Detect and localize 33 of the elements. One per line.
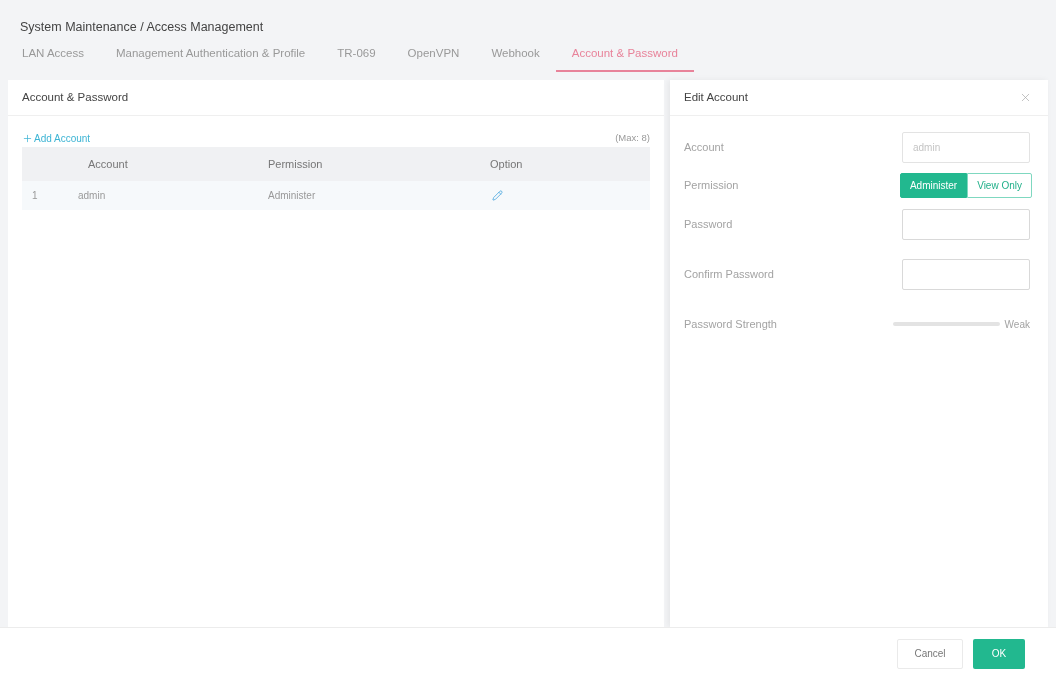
tab[interactable]: Webhook xyxy=(475,38,556,72)
column-header: Account xyxy=(88,157,128,170)
tab[interactable]: LAN Access xyxy=(6,38,100,72)
field-label: Password Strength xyxy=(684,316,777,332)
add-account-link[interactable]: Add Account xyxy=(22,130,91,146)
row-index: 1 xyxy=(32,190,38,201)
ok-button[interactable]: OK xyxy=(973,638,1025,669)
close-icon[interactable] xyxy=(1019,91,1032,104)
segment-button[interactable]: Administer xyxy=(899,173,968,198)
segment-button[interactable]: View Only xyxy=(967,173,1032,198)
tab[interactable]: TR-069 xyxy=(321,38,392,72)
tab[interactable]: Account & Password xyxy=(555,38,694,72)
max-note: (Max: 8) xyxy=(615,130,650,145)
table-cell: Administer xyxy=(268,190,316,201)
plus-icon xyxy=(22,132,33,144)
strength-reading: Weak xyxy=(1004,317,1030,332)
panel-title: Edit Account xyxy=(684,89,748,105)
input-field[interactable] xyxy=(902,259,1030,290)
field-label: Account xyxy=(684,140,724,156)
breadcrumb: System Maintenance / Access Management xyxy=(20,20,264,34)
field-label: Confirm Password xyxy=(684,267,774,283)
field-label: Password xyxy=(684,217,733,233)
table-row[interactable]: 1 admin Administer xyxy=(22,181,650,210)
column-header: Permission xyxy=(268,157,323,170)
column-header: Option xyxy=(490,157,523,170)
input-field[interactable] xyxy=(902,209,1030,240)
tab[interactable]: OpenVPN xyxy=(391,38,476,72)
edit-icon[interactable] xyxy=(492,190,503,201)
tab[interactable]: Management Authentication & Profile xyxy=(100,38,322,72)
panel-title: Account & Password xyxy=(22,89,129,105)
field-label: Permission xyxy=(684,178,739,194)
cancel-button[interactable]: Cancel xyxy=(897,638,963,669)
table-cell: admin xyxy=(78,190,106,201)
